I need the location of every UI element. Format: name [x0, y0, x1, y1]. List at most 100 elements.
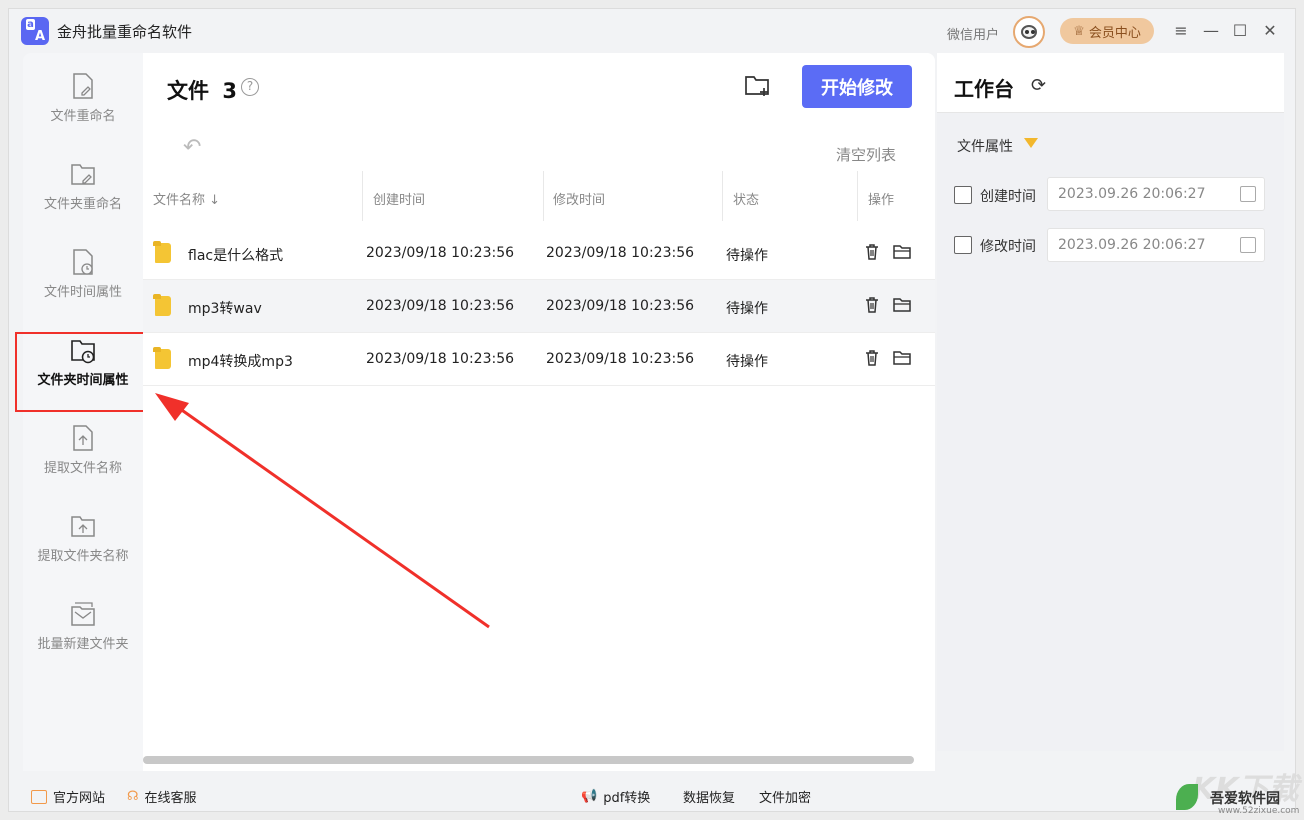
- column-header-status: 状态: [733, 193, 760, 208]
- sidebar-item-label: 文件时间属性: [43, 284, 122, 300]
- delete-icon[interactable]: [863, 349, 881, 367]
- app-title: 金舟批量重命名软件: [57, 23, 193, 41]
- open-folder-icon[interactable]: [893, 349, 911, 367]
- created-time-input[interactable]: 2023.09.26 20:06:27: [1047, 177, 1265, 211]
- folder-icon: [153, 241, 171, 263]
- app-window: aA 金舟批量重命名软件 微信用户 ♕ 会员中心 ≡ — ☐ ✕ 文件重命名 文…: [8, 8, 1296, 812]
- modified-time: 2023/09/18 10:23:56: [546, 245, 695, 261]
- clear-list-button[interactable]: 清空列表: [836, 144, 896, 165]
- file-upload-icon: [73, 424, 93, 451]
- file-name: flac是什么格式: [188, 248, 284, 264]
- column-header-modified: 修改时间: [553, 193, 606, 208]
- open-folder-icon[interactable]: [893, 296, 911, 314]
- workbench-title: 工作台: [954, 77, 1014, 101]
- status-text: 待操作: [726, 354, 768, 370]
- column-header-name[interactable]: 文件名称 ↓: [153, 189, 220, 208]
- table-row[interactable]: mp3转wav 2023/09/18 10:23:56 2023/09/18 1…: [143, 280, 935, 333]
- folder-icon: [153, 294, 171, 316]
- status-text: 待操作: [726, 301, 768, 317]
- file-clock-icon: [73, 248, 93, 275]
- avatar[interactable]: [1013, 16, 1045, 48]
- vip-center-button[interactable]: ♕ 会员中心: [1060, 18, 1154, 44]
- column-header-actions: 操作: [868, 193, 895, 208]
- created-time-label: 创建时间: [980, 189, 1036, 205]
- menu-icon[interactable]: ≡: [1170, 19, 1192, 41]
- website-link[interactable]: 官方网站: [31, 787, 105, 806]
- minimize-icon[interactable]: —: [1200, 19, 1222, 41]
- sidebar-item-label: 批量新建文件夹: [37, 636, 129, 652]
- status-text: 待操作: [726, 248, 768, 264]
- folder-edit-icon: [71, 163, 95, 185]
- workbench-panel: 工作台 ⟳ 文件属性 创建时间 2023.09.26 20:06:27 修改时间…: [937, 53, 1284, 751]
- refresh-icon[interactable]: ⟳: [1031, 75, 1046, 96]
- files-count: 3: [222, 79, 237, 103]
- modified-time-input[interactable]: 2023.09.26 20:06:27: [1047, 228, 1265, 262]
- sidebar-item-label: 提取文件名称: [43, 460, 122, 476]
- diamond-icon: [1024, 138, 1038, 148]
- app-logo-icon: aA: [21, 17, 49, 45]
- created-time: 2023/09/18 10:23:56: [366, 351, 515, 367]
- files-label: 文件: [167, 79, 209, 103]
- sidebar-item-label: 文件重命名: [50, 108, 116, 124]
- recovery-link[interactable]: 数据恢复: [683, 787, 735, 806]
- help-icon[interactable]: ?: [241, 78, 259, 96]
- file-attr-label: 文件属性: [957, 139, 1013, 155]
- headset-icon: ☊: [127, 789, 139, 804]
- vip-label: 会员中心: [1088, 25, 1141, 41]
- pdf-link[interactable]: 📢 pdf转换: [581, 787, 650, 806]
- website-label: 官方网站: [53, 791, 106, 806]
- sidebar-item-file-rename[interactable]: 文件重命名: [23, 53, 143, 141]
- table-row[interactable]: flac是什么格式 2023/09/18 10:23:56 2023/09/18…: [143, 227, 935, 280]
- undo-icon[interactable]: ↶: [183, 135, 201, 160]
- delete-icon[interactable]: [863, 296, 881, 314]
- folder-icon: [153, 347, 171, 369]
- modified-time: 2023/09/18 10:23:56: [546, 298, 695, 314]
- maximize-icon[interactable]: ☐: [1229, 19, 1251, 41]
- folder-batch-icon: [71, 601, 95, 626]
- monitor-icon: [31, 789, 47, 804]
- workbench-header: 工作台 ⟳: [937, 53, 1284, 113]
- delete-icon[interactable]: [863, 243, 881, 261]
- megaphone-icon: 📢: [581, 789, 598, 804]
- sidebar-item-file-time[interactable]: 文件时间属性: [23, 229, 143, 317]
- highlight-box: [15, 332, 146, 412]
- pdf-label: pdf转换: [603, 791, 651, 806]
- created-time-checkbox[interactable]: [954, 186, 972, 204]
- support-link[interactable]: ☊ 在线客服: [127, 787, 197, 806]
- modified-time-label: 修改时间: [980, 239, 1036, 255]
- open-folder-icon[interactable]: [893, 243, 911, 261]
- sidebar-item-extract-folder-name[interactable]: 提取文件夹名称: [23, 493, 143, 581]
- support-label: 在线客服: [144, 791, 197, 806]
- sort-arrow-icon[interactable]: ↓: [209, 193, 220, 208]
- annotation-arrow-icon: [155, 393, 490, 629]
- calendar-icon[interactable]: [1240, 237, 1256, 253]
- file-name: mp4转换成mp3: [188, 354, 293, 370]
- close-icon[interactable]: ✕: [1259, 19, 1281, 41]
- sidebar-item-extract-file-name[interactable]: 提取文件名称: [23, 405, 143, 493]
- encrypt-link[interactable]: 文件加密: [759, 787, 811, 806]
- sidebar-item-folder-rename[interactable]: 文件夹重命名: [23, 141, 143, 229]
- file-name: mp3转wav: [188, 301, 262, 317]
- table-row[interactable]: mp4转换成mp3 2023/09/18 10:23:56 2023/09/18…: [143, 333, 935, 386]
- bottom-bar: 官方网站 ☊ 在线客服 📢 pdf转换 数据恢复 文件加密: [9, 773, 1297, 813]
- user-label[interactable]: 微信用户: [947, 24, 999, 43]
- crown-icon: ♕: [1073, 23, 1085, 39]
- watermark-url: www.52zixue.com: [1218, 806, 1300, 816]
- sidebar-item-label: 文件夹重命名: [43, 196, 122, 212]
- column-header-created: 创建时间: [373, 193, 426, 208]
- created-time: 2023/09/18 10:23:56: [366, 245, 515, 261]
- horizontal-scrollbar[interactable]: [143, 756, 914, 764]
- created-time-value: 2023.09.26 20:06:27: [1058, 186, 1206, 202]
- sidebar-item-batch-new-folder[interactable]: 批量新建文件夹: [23, 581, 143, 669]
- watermark-site-name: 吾爱软件园: [1210, 791, 1280, 807]
- start-modify-button[interactable]: 开始修改: [802, 65, 912, 108]
- watermark: KK下载 吾爱软件园 www.52zixue.com: [1170, 756, 1300, 820]
- add-folder-icon[interactable]: [743, 71, 773, 101]
- modified-time-checkbox[interactable]: [954, 236, 972, 254]
- title-bar: aA 金舟批量重命名软件 微信用户 ♕ 会员中心 ≡ — ☐ ✕: [9, 9, 1297, 53]
- created-time: 2023/09/18 10:23:56: [366, 298, 515, 314]
- calendar-icon[interactable]: [1240, 186, 1256, 202]
- table-header: 文件名称 ↓ 创建时间 修改时间 状态 操作: [143, 171, 935, 221]
- modified-time-value: 2023.09.26 20:06:27: [1058, 237, 1206, 253]
- sidebar: 文件重命名 文件夹重命名 文件时间属性 文件夹时间属性 提取文件名称 提取文件夹…: [23, 53, 143, 771]
